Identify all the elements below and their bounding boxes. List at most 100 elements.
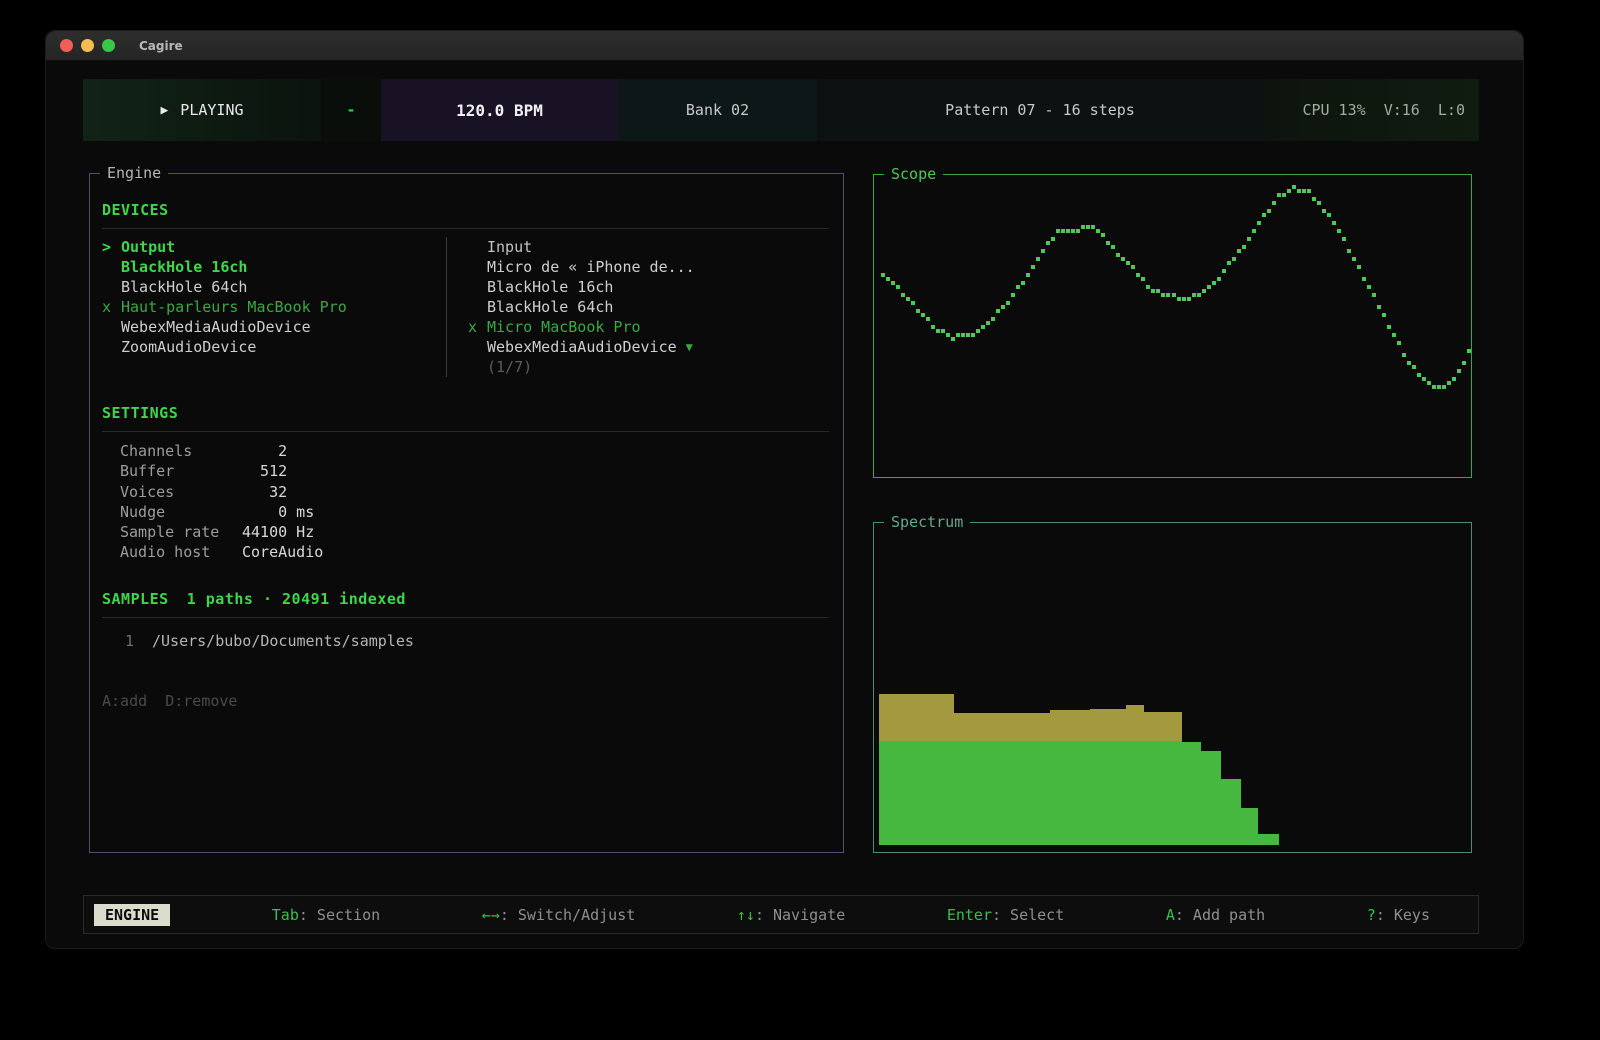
- scope-sample-dot: [1076, 229, 1080, 233]
- scope-sample-dot: [1337, 229, 1341, 233]
- engine-panel: Engine DEVICES >OutputBlackHole 16chBlac…: [89, 173, 844, 853]
- input-device-row[interactable]: WebexMediaAudioDevice▼: [468, 337, 826, 357]
- input-device-row[interactable]: BlackHole 16ch: [468, 277, 826, 297]
- hint-key: ↑↓: [737, 906, 755, 924]
- sample-path-list: 1/Users/bubo/Documents/samples: [102, 631, 829, 651]
- output-device-row[interactable]: BlackHole 64ch: [102, 277, 446, 297]
- minimize-button[interactable]: [81, 39, 94, 52]
- scope-sample-dot: [1156, 289, 1160, 293]
- scope-sample-dot: [1131, 265, 1135, 269]
- input-device-row[interactable]: (1/7): [468, 357, 826, 377]
- output-device-row[interactable]: >Output: [102, 237, 446, 257]
- path-index: 1: [106, 631, 134, 651]
- scope-sample-dot: [931, 325, 935, 329]
- devices-separator: [102, 228, 829, 229]
- scope-sample-dot: [1086, 225, 1090, 229]
- setting-row[interactable]: Channels 2: [102, 441, 829, 461]
- scope-sample-dot: [881, 273, 885, 277]
- scope-sample-dot: [1437, 385, 1441, 389]
- spectrum-low-band-bar: [1182, 742, 1201, 845]
- cursor-icon: >: [102, 237, 121, 257]
- scope-sample-dot: [1106, 241, 1110, 245]
- scope-sample-dot: [1452, 377, 1456, 381]
- play-icon: ▶: [160, 103, 168, 118]
- scope-sample-dot: [1387, 325, 1391, 329]
- spectrum-low-band-bar: [1258, 834, 1279, 845]
- scope-sample-dot: [1207, 285, 1211, 289]
- hint-description: : Switch/Adjust: [500, 906, 635, 924]
- scope-sample-dot: [1146, 285, 1150, 289]
- setting-value: 512: [242, 461, 287, 481]
- output-device-row[interactable]: WebexMediaAudioDevice: [102, 317, 446, 337]
- scope-sample-dot: [1111, 245, 1115, 249]
- sample-path-row[interactable]: 1/Users/bubo/Documents/samples: [102, 631, 829, 651]
- input-device-row[interactable]: BlackHole 64ch: [468, 297, 826, 317]
- scope-sample-dot: [981, 325, 985, 329]
- scope-waveform: [876, 177, 1469, 475]
- scope-sample-dot: [1407, 361, 1411, 365]
- scope-sample-dot: [1422, 377, 1426, 381]
- device-label: BlackHole 16ch: [121, 257, 247, 277]
- scope-sample-dot: [1116, 253, 1120, 257]
- setting-row[interactable]: Audio hostCoreAudio: [102, 542, 829, 562]
- scope-sample-dot: [1021, 281, 1025, 285]
- scope-sample-dot: [1121, 257, 1125, 261]
- output-device-row[interactable]: ZoomAudioDevice: [102, 337, 446, 357]
- spectrum-low-band-bar: [1126, 741, 1144, 845]
- scope-sample-dot: [1342, 237, 1346, 241]
- scope-sample-dot: [966, 333, 970, 337]
- input-device-row[interactable]: xMicro MacBook Pro: [468, 317, 826, 337]
- scope-sample-dot: [1036, 257, 1040, 261]
- output-device-row[interactable]: BlackHole 16ch: [102, 257, 446, 277]
- setting-label: Channels: [120, 441, 242, 461]
- device-label: Micro de « iPhone de...: [487, 257, 695, 277]
- output-device-row[interactable]: xHaut-parleurs MacBook Pro: [102, 297, 446, 317]
- setting-row[interactable]: Buffer 512: [102, 461, 829, 481]
- scope-sample-dot: [1166, 293, 1170, 297]
- scope-sample-dot: [1282, 193, 1286, 197]
- zoom-button[interactable]: [102, 39, 115, 52]
- scope-sample-dot: [1357, 265, 1361, 269]
- samples-heading-row: SAMPLES 1 paths · 20491 indexed: [102, 589, 829, 609]
- close-button[interactable]: [60, 39, 73, 52]
- scope-sample-dot: [1126, 261, 1130, 265]
- setting-row[interactable]: Nudge 0 ms: [102, 502, 829, 522]
- scope-sample-dot: [1317, 201, 1321, 205]
- samples-separator: [102, 617, 829, 618]
- scope-sample-dot: [1192, 293, 1196, 297]
- spectrum-low-band-bar: [1144, 741, 1182, 845]
- scope-sample-dot: [1432, 385, 1436, 389]
- scope-sample-dot: [1182, 297, 1186, 301]
- scope-sample-dot: [1427, 381, 1431, 385]
- transport-status: ▶ PLAYING: [83, 79, 321, 141]
- spectrum-high-band-bar: [1090, 709, 1127, 741]
- scope-sample-dot: [901, 293, 905, 297]
- input-device-row[interactable]: Input: [468, 237, 826, 257]
- input-device-row[interactable]: Micro de « iPhone de...: [468, 257, 826, 277]
- setting-label: Audio host: [120, 542, 242, 562]
- scope-sample-dot: [1066, 229, 1070, 233]
- bank-readout: Bank 02: [618, 79, 817, 141]
- setting-value: 44100 Hz: [242, 522, 314, 542]
- scope-sample-dot: [1222, 269, 1226, 273]
- scope-sample-dot: [1217, 277, 1221, 281]
- device-label: Haut-parleurs MacBook Pro: [121, 297, 347, 317]
- scope-sample-dot: [896, 285, 900, 289]
- scope-sample-dot: [956, 333, 960, 337]
- traffic-lights: [46, 39, 115, 52]
- device-label: BlackHole 64ch: [121, 277, 247, 297]
- device-prefix: [468, 337, 487, 357]
- spectrum-high-band-bar: [1050, 710, 1090, 741]
- settings-list: Channels 2Buffer 512Voices 32Nudge 0 msS…: [102, 441, 829, 563]
- setting-row[interactable]: Sample rate44100 Hz: [102, 522, 829, 542]
- scope-sample-dot: [1312, 197, 1316, 201]
- setting-label: Voices: [120, 482, 242, 502]
- device-prefix: [468, 237, 487, 257]
- scope-sample-dot: [1307, 189, 1311, 193]
- setting-row[interactable]: Voices 32: [102, 482, 829, 502]
- device-label: (1/7): [487, 357, 532, 377]
- scope-sample-dot: [1322, 209, 1326, 213]
- key-hint: Tab: Section: [272, 906, 380, 924]
- scope-sample-dot: [1267, 209, 1271, 213]
- spectrum-low-band-bar: [879, 741, 954, 845]
